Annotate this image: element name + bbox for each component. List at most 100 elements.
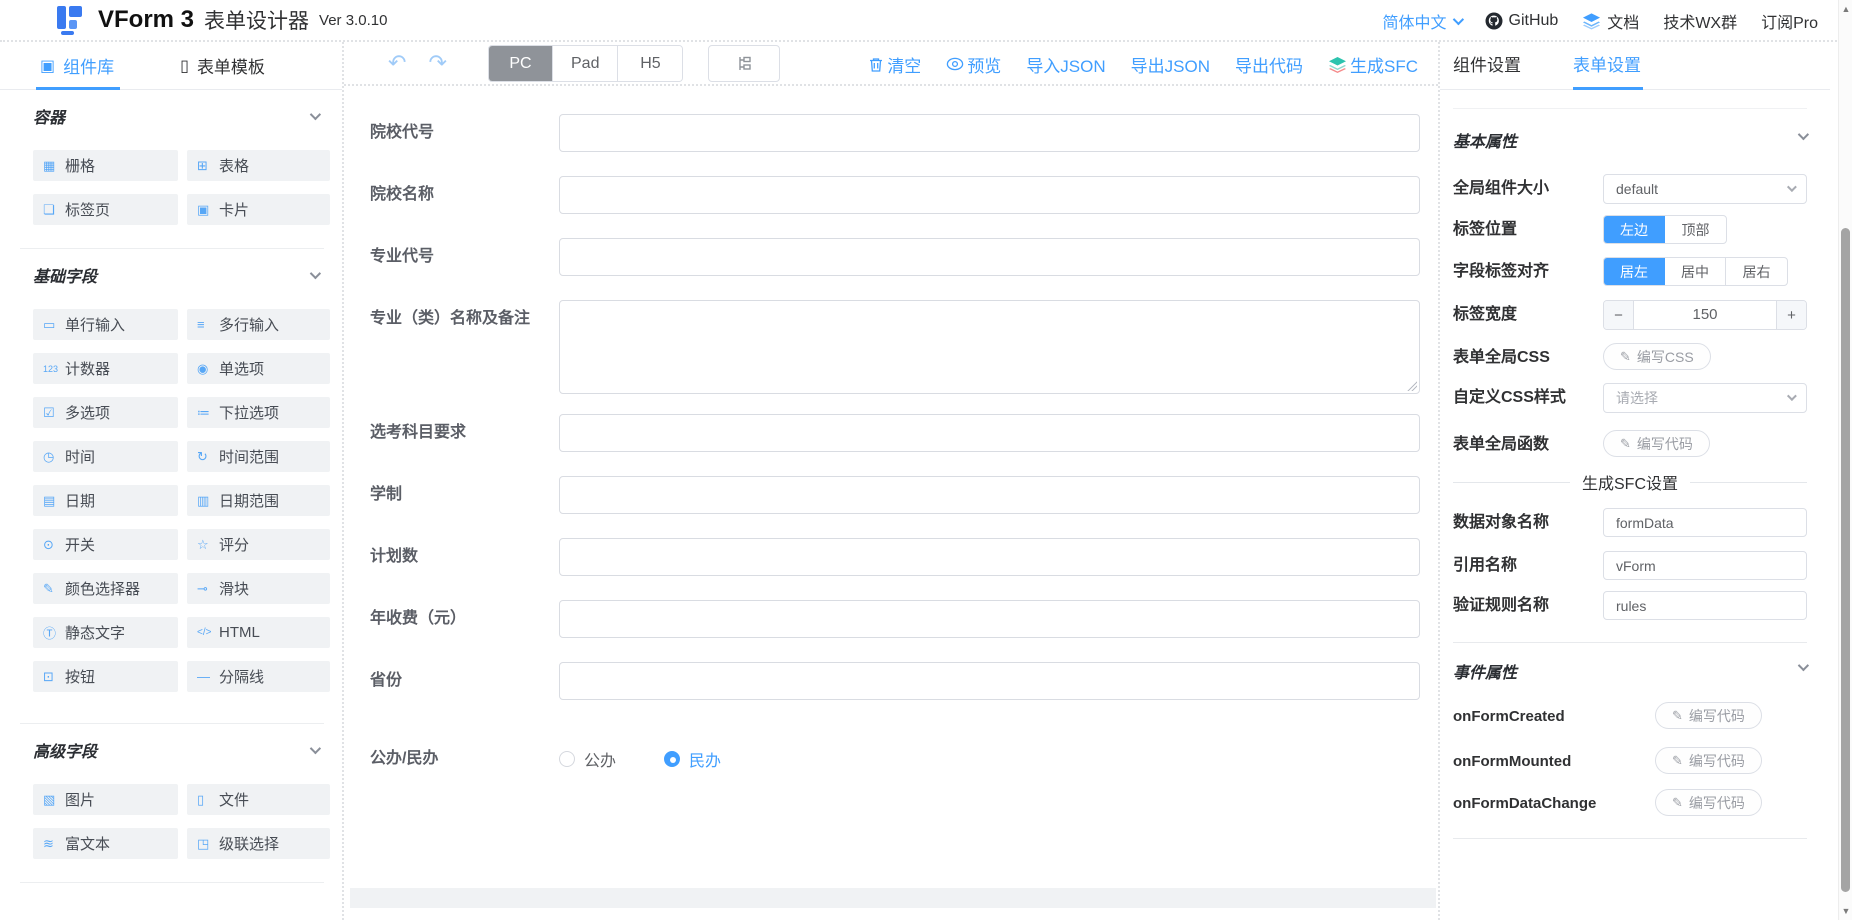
- widget-time-range[interactable]: ↻时间范围: [187, 441, 330, 472]
- field-input[interactable]: [559, 476, 1420, 514]
- undo-icon[interactable]: ↶: [388, 50, 406, 76]
- edit-icon: ✎: [1620, 436, 1631, 452]
- event-props-section-header[interactable]: 事件属性: [1453, 659, 1806, 683]
- scroll-down-arrow[interactable]: ▼: [1839, 906, 1852, 916]
- edit-code-button[interactable]: ✎ 编写代码: [1603, 430, 1710, 457]
- field-input[interactable]: [559, 662, 1420, 700]
- edit-code-button[interactable]: ✎ 编写代码: [1655, 789, 1762, 816]
- checkbox-icon: ☑: [43, 405, 65, 421]
- wx-group-link[interactable]: 技术WX群: [1663, 9, 1737, 33]
- ref-name-input[interactable]: [1603, 551, 1807, 580]
- widget-label: 开关: [65, 534, 95, 555]
- color-picker-icon: ✎: [43, 581, 65, 597]
- label-align-left[interactable]: 居左: [1604, 258, 1665, 285]
- field-textarea[interactable]: [559, 300, 1420, 394]
- import-json-button[interactable]: 导入JSON: [1026, 52, 1105, 77]
- tab-form-templates[interactable]: ▯ 表单模板: [180, 53, 265, 78]
- widget-rate[interactable]: ☆评分: [187, 529, 330, 560]
- widget-button[interactable]: ⊡按钮: [33, 661, 178, 692]
- widget-checkbox[interactable]: ☑多选项: [33, 397, 178, 428]
- widget-label: 多行输入: [219, 314, 279, 335]
- tab-widget-library[interactable]: ▣ 组件库: [40, 53, 114, 78]
- page-scrollbar[interactable]: ▲ ▼: [1838, 0, 1852, 920]
- export-code-button[interactable]: 导出代码: [1235, 52, 1303, 77]
- widget-switch[interactable]: ⊙开关: [33, 529, 178, 560]
- field-input[interactable]: [559, 600, 1420, 638]
- preview-button[interactable]: 预览: [946, 52, 1001, 77]
- widget-static-text[interactable]: Ⓣ静态文字: [33, 617, 178, 648]
- label-width-value[interactable]: 150: [1634, 301, 1776, 329]
- section-container[interactable]: 容器: [0, 108, 342, 130]
- docs-link[interactable]: 文档: [1582, 9, 1639, 33]
- label-position-top[interactable]: 顶部: [1665, 216, 1726, 243]
- widget-color-picker[interactable]: ✎颜色选择器: [33, 573, 178, 604]
- data-object-name-input[interactable]: [1603, 508, 1807, 537]
- widget-card[interactable]: ▣卡片: [187, 194, 330, 225]
- node-tree-button[interactable]: [708, 45, 780, 82]
- radio-option-private[interactable]: 民办: [664, 747, 721, 771]
- decrease-button[interactable]: −: [1604, 301, 1634, 329]
- device-tab-pc[interactable]: PC: [489, 46, 553, 81]
- label-position-left[interactable]: 左边: [1604, 216, 1665, 243]
- language-selector[interactable]: 简体中文: [1382, 9, 1460, 33]
- widget-tab[interactable]: ❏标签页: [33, 194, 178, 225]
- device-tab-pad[interactable]: Pad: [553, 46, 618, 81]
- widget-date[interactable]: ▤日期: [33, 485, 178, 516]
- widget-number[interactable]: 123计数器: [33, 353, 178, 384]
- subscribe-pro-link[interactable]: 订阅Pro: [1761, 9, 1818, 33]
- generate-sfc-button[interactable]: 生成SFC: [1328, 52, 1418, 77]
- section-advanced-fields[interactable]: 高级字段: [0, 742, 342, 764]
- widget-table[interactable]: ⊞表格: [187, 150, 330, 181]
- widget-label: 分隔线: [219, 666, 264, 687]
- field-input[interactable]: [559, 538, 1420, 576]
- field-input[interactable]: [559, 114, 1420, 152]
- radio-option-public[interactable]: 公办: [559, 747, 616, 771]
- widget-picture-upload[interactable]: ▧图片: [33, 784, 178, 815]
- tab-form-settings[interactable]: 表单设置: [1573, 42, 1641, 90]
- tab-widget-settings[interactable]: 组件设置: [1453, 42, 1521, 90]
- widget-time[interactable]: ◷时间: [33, 441, 178, 472]
- increase-button[interactable]: +: [1776, 301, 1806, 329]
- widget-label: 富文本: [65, 833, 110, 854]
- field-label: 院校名称: [370, 176, 555, 214]
- scrollbar-thumb[interactable]: [1841, 228, 1850, 892]
- widget-cascader[interactable]: ◳级联选择: [187, 828, 330, 859]
- custom-css-class-select[interactable]: 请选择: [1603, 383, 1807, 413]
- rules-name-input[interactable]: [1603, 591, 1807, 620]
- form-canvas[interactable]: 院校代号 院校名称 专业代号 专业（类）名称及备注: [344, 86, 1438, 920]
- edit-code-label: 编写代码: [1689, 793, 1745, 813]
- chevron-down-icon: [1787, 391, 1797, 401]
- edit-code-button[interactable]: ✎ 编写代码: [1655, 702, 1762, 729]
- label-align-right[interactable]: 居右: [1726, 258, 1787, 285]
- widget-grid[interactable]: ▦栅格: [33, 150, 178, 181]
- field-input[interactable]: [559, 414, 1420, 452]
- widget-input[interactable]: ▭单行输入: [33, 309, 178, 340]
- resize-grip[interactable]: [1407, 381, 1417, 391]
- label-align-center[interactable]: 居中: [1665, 258, 1726, 285]
- clear-button[interactable]: 清空: [868, 52, 921, 77]
- file-icon: ▯: [197, 792, 219, 808]
- widget-slider[interactable]: ⊸滑块: [187, 573, 330, 604]
- widget-rich-editor[interactable]: ≋富文本: [33, 828, 178, 859]
- redo-icon[interactable]: ↷: [428, 50, 446, 76]
- widget-html[interactable]: </>HTML: [187, 617, 330, 648]
- widget-textarea[interactable]: ≡多行输入: [187, 309, 330, 340]
- edit-code-button[interactable]: ✎ 编写代码: [1655, 747, 1762, 774]
- widget-radio[interactable]: ◉单选项: [187, 353, 330, 384]
- device-tab-h5[interactable]: H5: [618, 46, 682, 81]
- edit-css-button[interactable]: ✎ 编写CSS: [1603, 343, 1711, 370]
- widget-label: 时间范围: [219, 446, 279, 467]
- field-input[interactable]: [559, 238, 1420, 276]
- section-basic-fields[interactable]: 基础字段: [0, 267, 342, 289]
- widget-file-upload[interactable]: ▯文件: [187, 784, 330, 815]
- export-json-button[interactable]: 导出JSON: [1131, 52, 1210, 77]
- basic-props-section-header[interactable]: 基本属性: [1453, 128, 1806, 152]
- widget-divider[interactable]: —分隔线: [187, 661, 330, 692]
- field-input[interactable]: [559, 176, 1420, 214]
- header-links: 简体中文 GitHub 文档 技术WX群: [1382, 0, 1818, 42]
- widget-date-range[interactable]: ▥日期范围: [187, 485, 330, 516]
- widget-select[interactable]: ≔下拉选项: [187, 397, 330, 428]
- scroll-up-arrow[interactable]: ▲: [1839, 4, 1852, 14]
- github-link[interactable]: GitHub: [1485, 12, 1559, 30]
- widget-size-select[interactable]: default: [1603, 174, 1807, 204]
